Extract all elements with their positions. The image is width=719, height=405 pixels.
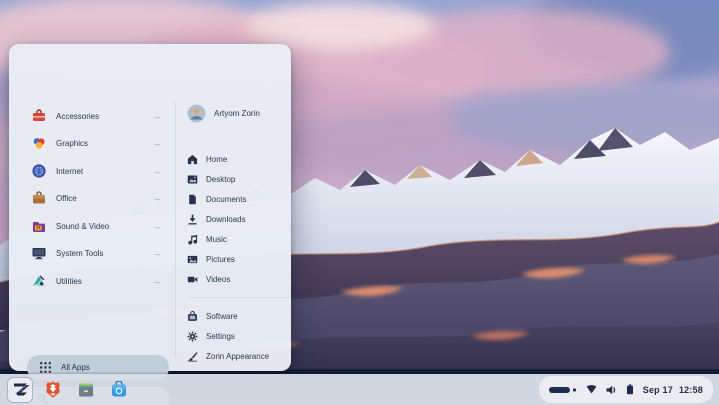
user-profile[interactable]: Artyom Zorin: [187, 102, 287, 124]
category-label: Utilities: [56, 277, 144, 286]
category-item-office[interactable]: Office →: [23, 186, 171, 210]
chevron-right-icon: →: [153, 277, 171, 286]
chevron-right-icon: →: [153, 249, 171, 258]
chevron-right-icon: →: [153, 139, 171, 148]
utilities-icon: [31, 273, 47, 289]
clock-date: Sep 17: [643, 385, 673, 395]
category-item-accessories[interactable]: Accessories →: [23, 104, 171, 128]
menu-horizontal-divider: [187, 297, 289, 298]
desktop: Accessories → Graphics → Internet → Offi…: [0, 0, 719, 405]
place-label: Videos: [206, 275, 230, 284]
apps-grid-icon: [39, 361, 52, 374]
document-icon: [187, 194, 198, 205]
category-item-utilities[interactable]: Utilities →: [23, 269, 171, 293]
all-apps-label: All Apps: [61, 363, 90, 372]
system-tray[interactable]: Sep 17 12:58: [539, 376, 713, 403]
desktop-icon: [187, 174, 198, 185]
globe-icon: [31, 163, 47, 179]
chevron-right-icon: →: [153, 194, 171, 203]
place-item-documents[interactable]: Documents: [187, 190, 291, 208]
battery-vertical-icon: [626, 384, 634, 395]
video-camera-icon: [187, 274, 198, 285]
place-item-downloads[interactable]: Downloads: [187, 210, 291, 228]
menu-item-settings[interactable]: Settings: [187, 327, 291, 345]
menu-item-label: Software: [206, 312, 238, 321]
category-label: Accessories: [56, 112, 144, 121]
file-manager-icon: [77, 381, 95, 399]
chevron-right-icon: →: [153, 167, 171, 176]
menu-item-label: Settings: [206, 332, 235, 341]
menu-vertical-divider: [175, 102, 176, 357]
music-note-icon: [187, 234, 198, 245]
software-bag-icon: [187, 311, 198, 322]
volume-icon: [606, 385, 617, 395]
wifi-icon: [586, 385, 597, 394]
chevron-right-icon: →: [153, 112, 171, 121]
briefcase-icon: [31, 190, 47, 206]
category-item-system-tools[interactable]: System Tools →: [23, 241, 171, 265]
place-item-videos[interactable]: Videos: [187, 270, 291, 288]
place-label: Desktop: [206, 175, 235, 184]
picture-icon: [187, 254, 198, 265]
brave-browser-button[interactable]: [40, 377, 66, 403]
monitor-icon: [31, 245, 47, 261]
graphics-icon: [31, 135, 47, 151]
software-store-icon: [110, 381, 128, 399]
download-icon: [187, 214, 198, 225]
place-label: Documents: [206, 195, 246, 204]
place-label: Pictures: [206, 255, 235, 264]
gear-icon: [187, 331, 198, 342]
place-item-home[interactable]: Home: [187, 150, 291, 168]
zorin-menu-button[interactable]: [7, 377, 33, 403]
place-item-pictures[interactable]: Pictures: [187, 250, 291, 268]
menu-item-label: Zorin Appearance: [206, 352, 269, 361]
menu-item-software[interactable]: Software: [187, 307, 291, 325]
menu-item-zorin-appearance[interactable]: Zorin Appearance: [187, 347, 291, 365]
category-label: Sound & Video: [56, 222, 144, 231]
place-item-desktop[interactable]: Desktop: [187, 170, 291, 188]
category-item-sound-video[interactable]: Sound & Video →: [23, 214, 171, 238]
category-item-graphics[interactable]: Graphics →: [23, 131, 171, 155]
file-manager-button[interactable]: [73, 377, 99, 403]
toolbox-icon: [31, 108, 47, 124]
zorin-menu-icon: [11, 380, 30, 399]
home-icon: [187, 154, 198, 165]
taskbar: Sep 17 12:58: [0, 374, 719, 405]
category-item-internet[interactable]: Internet →: [23, 159, 171, 183]
avatar: [187, 104, 206, 123]
chevron-right-icon: →: [153, 222, 171, 231]
software-store-button[interactable]: [106, 377, 132, 403]
place-label: Music: [206, 235, 227, 244]
battery-pill-icon: [549, 385, 577, 395]
category-label: Office: [56, 194, 144, 203]
app-menu-panel: Accessories → Graphics → Internet → Offi…: [9, 44, 291, 371]
place-label: Downloads: [206, 215, 246, 224]
media-folder-icon: [31, 218, 47, 234]
place-label: Home: [206, 155, 227, 164]
user-name: Artyom Zorin: [214, 109, 260, 118]
place-item-music[interactable]: Music: [187, 230, 291, 248]
category-label: System Tools: [56, 249, 144, 258]
category-label: Graphics: [56, 139, 144, 148]
clock-time: 12:58: [679, 385, 703, 395]
brave-browser-icon: [44, 380, 62, 399]
category-label: Internet: [56, 167, 144, 176]
appearance-brush-icon: [187, 351, 198, 362]
clock[interactable]: Sep 17 12:58: [643, 385, 703, 395]
